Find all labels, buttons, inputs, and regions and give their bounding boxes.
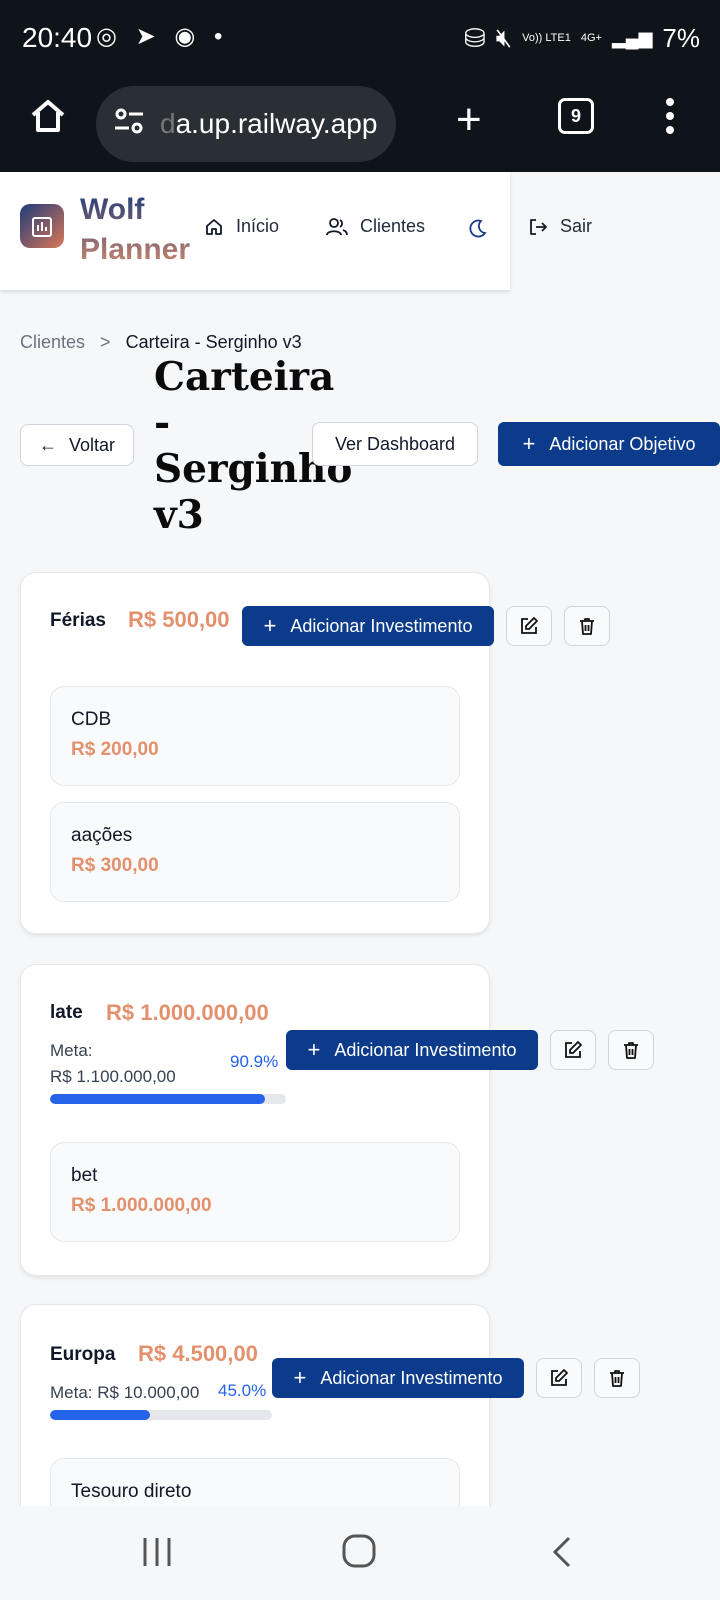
add-investment-button[interactable]: + Adicionar Investimento: [286, 1030, 538, 1070]
moon-icon[interactable]: [466, 218, 488, 240]
investment-name: CDB: [71, 709, 112, 730]
network-label: Vo)) LTE1: [522, 32, 571, 44]
goal-meta: Meta: R$ 1.100.000,00: [50, 1041, 176, 1086]
edit-goal-button[interactable]: [550, 1030, 596, 1070]
nav-logout[interactable]: Sair: [528, 216, 592, 237]
progress-percent: 45.0%: [218, 1381, 267, 1400]
investment-item[interactable]: aações R$ 300,00: [50, 802, 460, 902]
breadcrumb-separator: >: [100, 332, 111, 352]
investment-value: R$ 200,00: [71, 739, 159, 760]
progress-fill: [50, 1410, 150, 1420]
nav-clients[interactable]: Clientes: [326, 216, 425, 237]
home-icon[interactable]: [28, 96, 68, 136]
progress-fill: [50, 1094, 265, 1104]
app-logo-text[interactable]: Wolf Planner: [80, 190, 190, 270]
battery-saver-icon: ⛁: [463, 22, 486, 53]
investment-value: R$ 300,00: [71, 855, 159, 876]
investment-value: R$ 1.000.000,00: [71, 1195, 212, 1216]
edit-goal-button[interactable]: [506, 606, 552, 646]
trash-icon: [580, 618, 594, 635]
goal-amount: R$ 1.000.000,00: [106, 1000, 269, 1025]
investment-item[interactable]: bet R$ 1.000.000,00: [50, 1142, 460, 1242]
progress-percent: 90.9%: [230, 1052, 279, 1071]
investment-name: Tesouro direto: [71, 1481, 192, 1502]
goal-name: Férias: [50, 610, 106, 631]
add-investment-button[interactable]: + Adicionar Investimento: [242, 606, 494, 646]
delete-goal-button[interactable]: [608, 1030, 654, 1070]
edit-icon: [551, 1369, 568, 1386]
back-button[interactable]: ← Voltar: [20, 424, 134, 466]
app-header: Wolf Planner Início Clientes: [0, 172, 510, 290]
logo-icon: [20, 204, 64, 248]
edit-icon: [565, 1041, 582, 1058]
goal-name: Europa: [50, 1344, 116, 1365]
breadcrumb-current: Carteira - Serginho v3: [125, 332, 302, 352]
goal-name: late: [50, 1002, 83, 1023]
new-tab-icon[interactable]: +: [456, 98, 482, 142]
investment-name: aações: [71, 825, 133, 846]
progress-bar: [50, 1094, 286, 1104]
edit-goal-button[interactable]: [536, 1358, 582, 1398]
logout-icon: [530, 218, 547, 235]
add-investment-button[interactable]: + Adicionar Investimento: [272, 1358, 524, 1398]
back-nav-icon[interactable]: [552, 1536, 572, 1568]
site-settings-icon[interactable]: [112, 104, 146, 138]
users-icon: [326, 217, 348, 235]
status-time: 20:40: [22, 22, 93, 53]
delete-goal-button[interactable]: [594, 1358, 640, 1398]
goal-meta: Meta: R$ 10.000,00: [50, 1383, 200, 1402]
browser-menu-icon[interactable]: [666, 98, 674, 140]
browser-toolbar: da.up.railway.app + 9: [0, 80, 720, 172]
add-goal-button[interactable]: + Adicionar Objetivo: [498, 422, 720, 466]
status-right-icons: ⛁ 🔇︎ Vo)) LTE1 4G+ ▂▄▆ 7%: [464, 22, 700, 54]
breadcrumb: Clientes > Carteira - Serginho v3: [20, 332, 302, 353]
system-nav-bar: [0, 1506, 720, 1600]
tab-count-button[interactable]: 9: [558, 98, 594, 134]
breadcrumb-root[interactable]: Clientes: [20, 332, 85, 352]
url-text[interactable]: da.up.railway.app: [160, 108, 377, 140]
investment-name: bet: [71, 1165, 98, 1186]
plus-icon: +: [293, 1365, 307, 1390]
arrow-left-icon: ←: [38, 434, 57, 455]
plus-icon: +: [263, 613, 277, 638]
page-title: Carteira - Serginho v3: [154, 354, 353, 538]
network-label-2: 4G+: [580, 32, 602, 44]
recent-apps-icon[interactable]: [140, 1536, 174, 1568]
mute-icon: 🔇︎: [495, 22, 513, 52]
progress-bar: [50, 1410, 272, 1420]
delete-goal-button[interactable]: [564, 606, 610, 646]
home-icon: [206, 218, 222, 235]
trash-icon: [610, 1370, 624, 1387]
goal-amount: R$ 4.500,00: [138, 1341, 258, 1366]
view-dashboard-button[interactable]: Ver Dashboard: [312, 422, 478, 466]
edit-icon: [521, 617, 538, 634]
investment-item[interactable]: CDB R$ 200,00: [50, 686, 460, 786]
signal-icon: ▂▄▆: [611, 27, 653, 48]
notification-icons: ◎ ➤ ◉ •: [96, 23, 229, 50]
nav-home[interactable]: Início: [204, 216, 279, 237]
battery-level: 7%: [662, 22, 700, 53]
plus-icon: +: [522, 431, 536, 456]
plus-icon: +: [307, 1037, 321, 1062]
goal-amount: R$ 500,00: [128, 607, 230, 632]
status-bar: 20:40 ◎ ➤ ◉ • ⛁ 🔇︎ Vo)) LTE1 4G+ ▂▄▆ 7%: [0, 0, 720, 80]
home-nav-icon[interactable]: [342, 1534, 376, 1568]
trash-icon: [624, 1042, 638, 1059]
